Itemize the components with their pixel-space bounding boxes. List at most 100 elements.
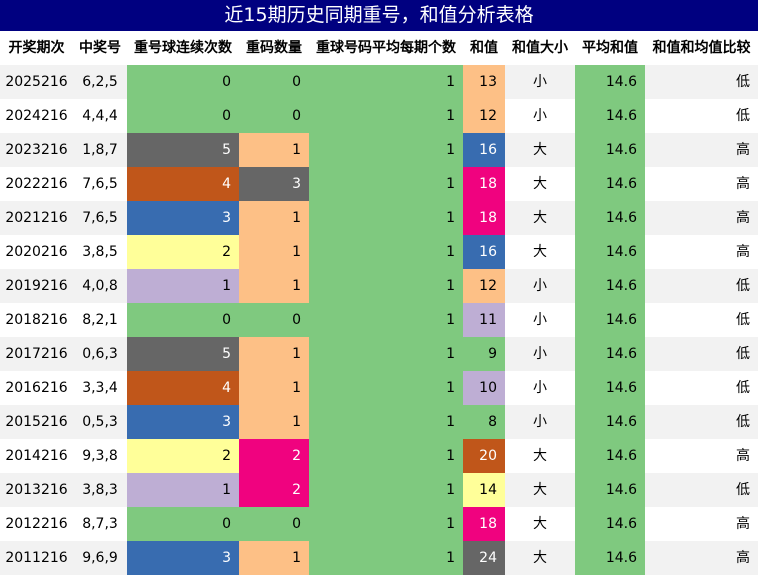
cell-number: 4,0,8 [82,278,118,294]
table-row: 2012216 8,7,3 0 0 1 18 大 14.6 高 [0,507,758,541]
cell-sum: 16 [463,133,505,167]
cell-sum: 12 [463,99,505,133]
table-row: 2021216 7,6,5 3 1 1 18 大 14.6 高 [0,201,758,235]
cell-period: 2023216 [5,142,68,158]
cell-consec: 1 [127,473,239,507]
table-row: 2024216 4,4,4 0 0 1 12 小 14.6 低 [0,99,758,133]
cell-count: 3 [239,167,309,201]
cell-consec: 3 [127,201,239,235]
table-row: 2017216 0,6,3 5 1 1 9 小 14.6 低 [0,337,758,371]
header-compare: 和值和均值比较 [652,40,751,56]
cell-consec: 4 [127,167,239,201]
cell-period: 2024216 [5,108,68,124]
cell-size: 大 [533,176,547,192]
cell-period: 2025216 [5,74,68,90]
cell-compare: 高 [736,448,750,464]
table-row: 2014216 9,3,8 2 2 1 20 大 14.6 高 [0,439,758,473]
cell-number: 8,2,1 [82,312,118,328]
cell-avg: 1 [309,371,463,405]
cell-avg: 1 [309,235,463,269]
cell-count: 0 [239,65,309,99]
cell-size: 大 [533,142,547,158]
cell-consec: 0 [127,65,239,99]
cell-period: 2015216 [5,414,68,430]
cell-mean: 14.6 [575,201,645,235]
cell-sum: 16 [463,235,505,269]
cell-size: 大 [533,244,547,260]
cell-number: 9,6,9 [82,550,118,566]
table-row: 2015216 0,5,3 3 1 1 8 小 14.6 低 [0,405,758,439]
cell-count: 1 [239,371,309,405]
cell-avg: 1 [309,337,463,371]
table-row: 2025216 6,2,5 0 0 1 13 小 14.6 低 [0,65,758,99]
cell-sum: 18 [463,201,505,235]
cell-avg: 1 [309,473,463,507]
cell-avg: 1 [309,405,463,439]
cell-consec: 3 [127,541,239,575]
cell-sum: 14 [463,473,505,507]
cell-count: 1 [239,405,309,439]
cell-consec: 5 [127,337,239,371]
cell-count: 1 [239,133,309,167]
table-header: 开奖期次 中奖号 重号球连续次数 重码数量 重球号码平均每期个数 和值 和值大小… [0,31,758,66]
cell-mean: 14.6 [575,269,645,303]
cell-compare: 低 [736,380,750,396]
cell-size: 小 [533,108,547,124]
cell-period: 2021216 [5,210,68,226]
cell-compare: 低 [736,482,750,498]
cell-size: 大 [533,550,547,566]
table-row: 2023216 1,8,7 5 1 1 16 大 14.6 高 [0,133,758,167]
table-row: 2016216 3,3,4 4 1 1 10 小 14.6 低 [0,371,758,405]
cell-consec: 1 [127,269,239,303]
cell-consec: 0 [127,99,239,133]
cell-sum: 13 [463,65,505,99]
header-period: 开奖期次 [8,40,65,56]
cell-mean: 14.6 [575,541,645,575]
cell-size: 大 [533,482,547,498]
cell-number: 0,5,3 [82,414,118,430]
cell-period: 2016216 [5,380,68,396]
cell-compare: 低 [736,108,750,124]
cell-consec: 2 [127,235,239,269]
cell-avg: 1 [309,133,463,167]
cell-mean: 14.6 [575,405,645,439]
cell-sum: 8 [463,405,505,439]
cell-mean: 14.6 [575,303,645,337]
header-mean: 平均和值 [582,40,638,56]
cell-number: 6,2,5 [82,74,118,90]
cell-size: 小 [533,414,547,430]
cell-avg: 1 [309,99,463,133]
cell-period: 2014216 [5,448,68,464]
cell-period: 2022216 [5,176,68,192]
table-title: 近15期历史同期重号，和值分析表格 [0,0,758,31]
cell-mean: 14.6 [575,439,645,473]
cell-number: 7,6,5 [82,210,118,226]
cell-period: 2011216 [5,550,68,566]
header-avg: 重球号码平均每期个数 [316,40,456,56]
cell-compare: 高 [736,516,750,532]
cell-size: 大 [533,210,547,226]
cell-mean: 14.6 [575,337,645,371]
cell-number: 3,8,5 [82,244,118,260]
header-count: 重码数量 [246,40,302,56]
header-number: 中奖号 [79,40,121,56]
cell-sum: 9 [463,337,505,371]
cell-compare: 高 [736,210,750,226]
table-row: 2020216 3,8,5 2 1 1 16 大 14.6 高 [0,235,758,269]
cell-avg: 1 [309,507,463,541]
cell-consec: 4 [127,371,239,405]
cell-compare: 低 [736,278,750,294]
cell-consec: 3 [127,405,239,439]
cell-count: 2 [239,439,309,473]
cell-sum: 24 [463,541,505,575]
cell-consec: 5 [127,133,239,167]
cell-size: 大 [533,448,547,464]
cell-avg: 1 [309,65,463,99]
cell-consec: 0 [127,303,239,337]
cell-size: 小 [533,380,547,396]
table-row: 2018216 8,2,1 0 0 1 11 小 14.6 低 [0,303,758,337]
cell-compare: 高 [736,550,750,566]
cell-compare: 低 [736,312,750,328]
cell-consec: 2 [127,439,239,473]
cell-period: 2013216 [5,482,68,498]
